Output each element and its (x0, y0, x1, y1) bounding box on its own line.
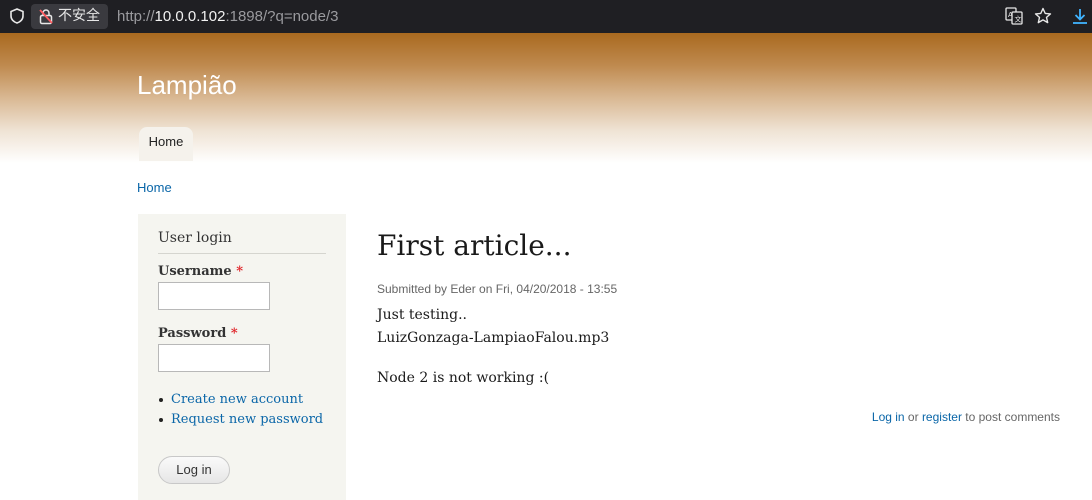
url-host: 10.0.0.102 (154, 8, 226, 25)
security-indicator[interactable]: 不安全 (31, 4, 108, 29)
article-title[interactable]: First article... (377, 228, 571, 264)
comment-suffix: to post comments (961, 410, 1060, 424)
username-input[interactable] (158, 282, 270, 310)
url-scheme: http:// (117, 8, 155, 25)
submitted-info: Submitted by Eder on Fri, 04/20/2018 - 1… (377, 282, 618, 296)
password-label-text: Password (158, 326, 227, 341)
request-password-link[interactable]: Request new password (158, 410, 323, 430)
svg-text:A: A (1008, 11, 1013, 19)
user-login-block: User login Username * Password * Create … (138, 214, 346, 500)
url-path: :1898/?q=node/3 (225, 8, 339, 25)
lock-warning-icon (38, 8, 54, 25)
username-label-text: Username (158, 264, 232, 279)
comment-login-link[interactable]: Log in (872, 410, 905, 424)
article-body-line: LuizGonzaga-LampiaoFalou.mp3 (377, 330, 610, 346)
svg-text:文: 文 (1015, 15, 1022, 24)
user-links: Create new account Request new password (158, 390, 323, 430)
browser-toolbar: 不安全 http://10.0.0.102:1898/?q=node/3 A 文 (0, 0, 1092, 33)
request-password-label: Request new password (171, 412, 324, 427)
comment-or-text: or (904, 410, 922, 424)
password-input[interactable] (158, 344, 270, 372)
site-name[interactable]: Lampião (137, 69, 237, 101)
breadcrumb-home[interactable]: Home (137, 180, 172, 195)
star-icon[interactable] (1034, 7, 1052, 25)
comment-links: Log in or register to post comments (872, 410, 1060, 424)
login-button[interactable]: Log in (158, 456, 230, 484)
required-marker: * (230, 326, 238, 341)
site-header: Lampião Home (0, 33, 1092, 163)
bullet (159, 398, 163, 402)
username-label: Username * (158, 264, 243, 280)
download-icon[interactable] (1071, 7, 1089, 25)
shield-icon[interactable] (9, 8, 25, 24)
address-bar[interactable]: http://10.0.0.102:1898/?q=node/3 (117, 7, 338, 26)
article-body-line: Just testing.. (377, 307, 467, 323)
create-account-link[interactable]: Create new account (158, 390, 323, 410)
security-label: 不安全 (58, 8, 100, 24)
password-label: Password * (158, 326, 238, 342)
article-body-line: Node 2 is not working :( (377, 370, 550, 386)
translate-icon[interactable]: A 文 (1005, 7, 1023, 25)
bullet (159, 418, 163, 422)
menu-tab-home[interactable]: Home (139, 127, 193, 161)
block-title: User login (158, 229, 326, 254)
required-marker: * (236, 264, 244, 279)
comment-register-link[interactable]: register (922, 410, 962, 424)
create-account-label: Create new account (171, 392, 304, 407)
